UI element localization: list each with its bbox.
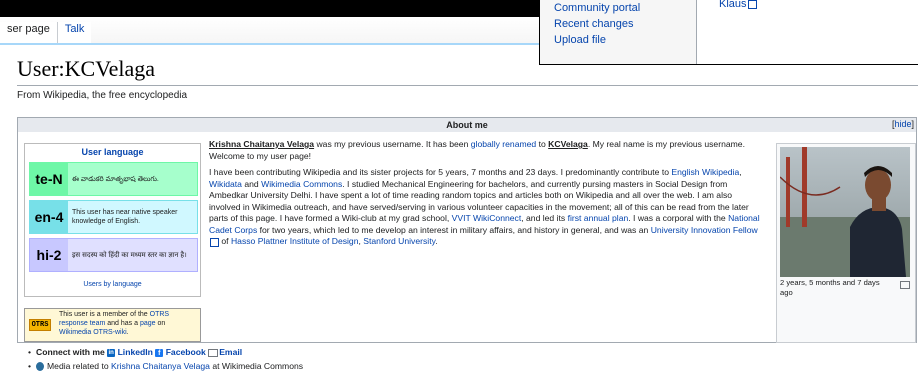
hide-toggle[interactable]: [hide] [892,118,914,130]
bio-text-run: of [219,236,231,246]
external-link-icon [747,0,757,9]
wiki-page: ser page Talk User:KCVelaga From Wikiped… [0,17,918,379]
userbox-desc: ఈ వాడుకరి మాతృభాష తెలుగు. [72,175,159,183]
tab-user-page[interactable]: ser page [0,22,57,43]
otrs-userbox: OTRS This user is a member of the OTRS r… [24,308,201,342]
bio-text-run: for two years, which led to me develop a… [257,224,651,235]
tab-talk[interactable]: Talk [56,22,92,43]
users-by-language-link[interactable]: Users by language [25,281,200,288]
otrs-wiki-link[interactable]: Wikimedia OTRS-wiki [59,329,127,336]
bio-text-run: I have been contributing Wikipedia and i… [209,167,672,177]
connect-label: Connect with me [36,347,105,357]
media-text: at Wikimedia Commons [209,361,304,371]
otrs-page-link[interactable]: page [140,320,156,327]
bio-text-run: was my previous username. It has been [314,139,471,149]
wikidata-link[interactable]: Wikidata [209,179,242,189]
about-me-box: About me [hide] User language te-N ఈ వాడ… [17,117,917,343]
klaus-link[interactable]: Klaus [719,0,747,10]
userbox-te: te-N ఈ వాడుకరి మాతృభాష తెలుగు. [29,162,198,196]
hide-link[interactable]: hide [894,119,911,129]
linkedin-link[interactable]: LinkedIn [118,347,153,357]
page-title: User:KCVelaga [17,56,156,81]
klaus-link-wrap: Klaus [719,0,757,10]
vvit-wikiconnect-link[interactable]: VVIT WikiConnect [452,213,522,223]
wikimedia-commons-link[interactable]: Wikimedia Commons [261,179,342,189]
email-icon [208,348,219,357]
sidebar-item-recent-changes[interactable]: Recent changes [540,16,696,32]
sidebar-menu: Community portal Recent changes Upload f… [540,0,697,64]
userbox-code[interactable]: te-N [30,163,68,195]
facebook-icon: f [155,348,164,357]
userbox-desc: This user has near native speaker knowle… [72,209,178,225]
userbox-hi: hi-2 इस सदस्य को हिंदी का मध्यम स्तर का … [29,238,198,272]
bio-text-run: to [536,139,549,149]
current-username[interactable]: KCVelaga [548,139,588,149]
stanford-university-link[interactable]: Stanford University [363,236,435,246]
facebook-link[interactable]: Facebook [166,347,206,357]
bio-text-run: , [739,167,742,177]
media-text: Media related to [47,361,112,371]
otrs-logo-text: OTRS [28,319,52,331]
sidebar-item-community-portal[interactable]: Community portal [540,0,696,16]
first-annual-plan-link[interactable]: first annual plan [568,213,629,223]
university-innovation-fellow-link[interactable]: University Innovation Fellow [651,225,758,235]
userbox-code[interactable]: hi-2 [30,239,68,271]
bio-paragraph-1: Krishna Chaitanya Velaga was my previous… [209,139,760,162]
commons-row: Media related to Krishna Chaitanya Velag… [28,359,303,373]
otrs-text: and has a [105,320,140,327]
otrs-text: This user is a member of the [59,311,150,318]
userbox-desc: इस सदस्य को हिंदी का मध्यम स्तर का ज्ञान… [72,251,187,259]
bio-text-run: . I was a corporal with the [628,213,729,223]
wikimedia-commons-icon [36,362,45,372]
connect-row: Connect with me in LinkedIn f Facebook E… [28,345,303,359]
overlay-window: Community portal Recent changes Upload f… [539,0,918,65]
photo-caption: 2 years, 5 months and 7 days ago [780,278,880,297]
enlarge-icon[interactable] [900,281,910,289]
otrs-desc: This user is a member of the OTRS respon… [55,309,200,341]
otrs-text: on [155,320,166,327]
title-divider [17,85,918,86]
bio-text-run: , and led its [521,213,568,223]
userbox-code[interactable]: en-4 [30,201,68,233]
bottom-links: Connect with me in LinkedIn f Facebook E… [28,345,303,373]
about-me-header: About me [hide] [18,118,916,132]
sidebar-item-upload-file[interactable]: Upload file [540,32,696,48]
previous-username[interactable]: Krishna Chaitanya Velaga [209,139,314,149]
page-tagline: From Wikipedia, the free encyclopedia [17,90,188,101]
bio-paragraph-2: I have been contributing Wikipedia and i… [209,167,760,248]
commons-category-link[interactable]: Krishna Chaitanya Velaga [111,361,210,371]
hasso-plattner-link[interactable]: Hasso Plattner Institute of Design [231,236,359,246]
linkedin-icon: in [107,348,116,357]
profile-photo-image [780,147,910,277]
page-tabs: ser page Talk [0,17,540,44]
email-link[interactable]: Email [219,347,242,357]
otrs-logo: OTRS [25,309,55,341]
userbox-panel: User language te-N ఈ వాడుకరి మాతృభాష తెల… [24,143,201,297]
bio-text-run: and [241,178,262,189]
bio-text: Krishna Chaitanya Velaga was my previous… [209,139,760,253]
userbox-heading[interactable]: User language [25,147,200,157]
userbox-en: en-4 This user has near native speaker k… [29,200,198,234]
profile-photo[interactable] [780,147,910,277]
about-me-title: About me [446,120,488,130]
otrs-text: . [126,329,129,336]
english-wikipedia-link[interactable]: English Wikipedia [671,167,739,177]
external-link-icon [210,238,219,247]
globally-renamed-link[interactable]: globally renamed [471,139,536,149]
bio-text-run: . [435,236,438,246]
profile-photo-frame: 2 years, 5 months and 7 days ago [776,143,916,343]
